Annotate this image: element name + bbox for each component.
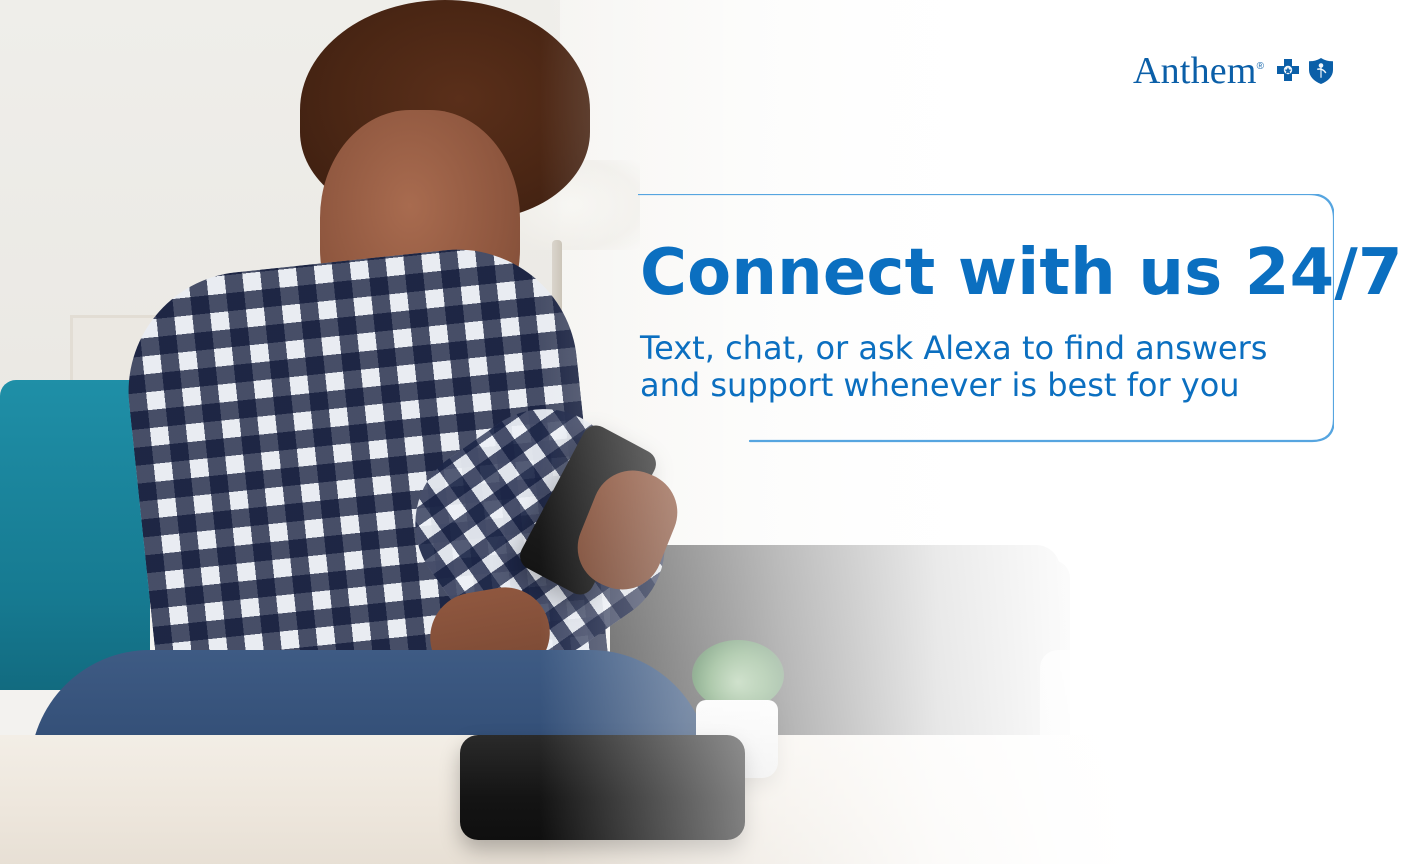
brand-icons [1274, 57, 1334, 85]
subheadline-line-1: Text, chat, or ask Alexa to find answers [640, 329, 1268, 367]
subheadline-line-2: and support whenever is best for you [640, 366, 1240, 405]
smart-speaker [460, 735, 745, 840]
shield-logo-icon [1308, 57, 1334, 85]
mug [1040, 650, 1180, 770]
hero-photo [0, 0, 1420, 864]
subheadline: Text, chat, or ask Alexa to find answers… [640, 329, 1330, 405]
headline: Connect with us 24/7 [640, 236, 1403, 310]
brand-wordmark: Anthem ® [1133, 52, 1264, 90]
teal-sofa-cushion [0, 380, 150, 690]
hero-ad: Anthem ® Connect with us 24/7 Text, chat… [0, 0, 1420, 864]
cross-logo-icon [1274, 58, 1302, 84]
brand-registered-mark: ® [1256, 61, 1264, 72]
brand-name: Anthem [1133, 50, 1257, 92]
anthem-logo: Anthem ® [1133, 52, 1334, 90]
